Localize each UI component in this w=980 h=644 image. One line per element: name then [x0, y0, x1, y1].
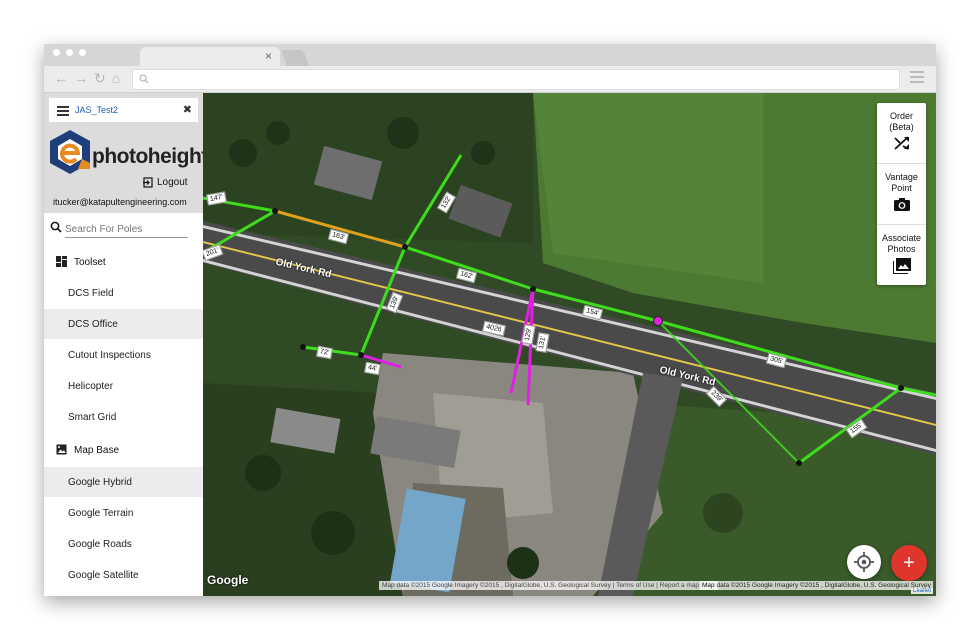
shuffle-icon: [893, 136, 909, 150]
hamburger-icon[interactable]: [57, 106, 69, 118]
mapbase-item-google-terrain[interactable]: Google Terrain: [44, 498, 203, 528]
map-attribution-secondary: Map data ©2015 Google Imagery ©2015 , Di…: [700, 581, 933, 590]
browser-tabbar: ×: [44, 44, 936, 66]
vantage-label: Vantage Point: [885, 172, 918, 193]
toolset-item-label: Smart Grid: [68, 412, 117, 423]
vantage-point-button[interactable]: Vantage Point: [877, 164, 926, 225]
mapbase-item-google-roads[interactable]: Google Roads: [44, 529, 203, 559]
pole-marker[interactable]: [530, 286, 536, 292]
map-attribution[interactable]: Map data ©2015 Google Imagery ©2015 , Di…: [379, 581, 718, 590]
map-view[interactable]: Old York Rd Old York Rd 147' 163' 201' 1…: [203, 93, 936, 596]
logout-label: Logout: [157, 177, 188, 188]
back-arrow-icon[interactable]: ←: [54, 70, 68, 86]
order-label: Order (Beta): [889, 111, 914, 132]
sidebar: JAS_Test2 ✖ photoheight Logout itucker@k…: [44, 93, 208, 596]
logo-mark-icon: [50, 130, 90, 174]
toolset-item-label: DCS Field: [68, 288, 114, 299]
logout-icon: [143, 177, 153, 188]
url-search-icon: [139, 74, 149, 84]
search-poles-input[interactable]: [65, 221, 188, 238]
mapbase-label: Map Base: [74, 445, 120, 456]
span-line[interactable]: [900, 386, 936, 397]
window-controls: [53, 49, 86, 56]
home-icon[interactable]: ⌂: [112, 70, 120, 86]
pole-marker[interactable]: [358, 352, 364, 358]
pole-marker[interactable]: [898, 385, 904, 391]
browser-menu-icon[interactable]: [910, 71, 924, 86]
toolset-item-dcs-office[interactable]: DCS Office: [44, 309, 203, 339]
close-project-icon[interactable]: ✖: [183, 103, 192, 116]
pole-marker[interactable]: [272, 208, 278, 214]
pole-marker[interactable]: [402, 244, 408, 250]
map-tool-panel: Order (Beta) Vantage Point Associate Pho…: [877, 103, 926, 285]
brand-name: photoheight: [92, 145, 208, 168]
add-pole-button[interactable]: +: [891, 545, 927, 581]
search-icon: [50, 221, 62, 233]
pole-marker-selected[interactable]: [653, 316, 663, 326]
google-logo: Google: [207, 573, 249, 587]
crosshair-icon: [854, 552, 874, 572]
project-bar: JAS_Test2 ✖: [48, 97, 199, 123]
toolset-item-cutout-inspections[interactable]: Cutout Inspections: [44, 340, 203, 370]
project-name[interactable]: JAS_Test2: [75, 105, 118, 115]
mapbase-header[interactable]: Map Base: [44, 435, 203, 465]
window-close-dot[interactable]: [53, 49, 60, 56]
camera-icon: [893, 198, 910, 211]
toolset-label: Toolset: [74, 257, 106, 268]
logout-button[interactable]: Logout: [143, 177, 188, 188]
span-length-label[interactable]: 72': [316, 345, 333, 360]
pole-marker[interactable]: [796, 460, 802, 466]
toolset-item-helicopter[interactable]: Helicopter: [44, 371, 203, 401]
photo-library-icon: [891, 258, 911, 275]
span-line[interactable]: [657, 320, 800, 464]
address-bar[interactable]: [132, 69, 900, 90]
toolset-item-label: DCS Office: [68, 319, 118, 330]
mapbase-item-google-hybrid[interactable]: Google Hybrid: [44, 467, 203, 497]
sidebar-menu: Toolset DCS Field DCS Office Cutout Insp…: [44, 213, 203, 596]
browser-tab[interactable]: ×: [140, 47, 280, 66]
window-minimize-dot[interactable]: [66, 49, 73, 56]
mapbase-item-label: Google Terrain: [68, 508, 134, 519]
nav-buttons: ← → ↻ ⌂: [54, 70, 120, 86]
browser-toolbar: ← → ↻ ⌂: [44, 66, 936, 93]
span-length-label[interactable]: 44': [364, 361, 381, 376]
associate-photos-button[interactable]: Associate Photos: [877, 225, 926, 285]
leaflet-link[interactable]: Leaflet: [911, 588, 934, 594]
user-email: itucker@katapultengineering.com: [53, 197, 187, 207]
toolset-item-smart-grid[interactable]: Smart Grid: [44, 402, 203, 432]
mapbase-item-label: Google Hybrid: [68, 477, 132, 488]
brand-logo: photoheight: [48, 129, 208, 180]
toolset-item-label: Cutout Inspections: [68, 350, 151, 361]
browser-window: × ← → ↻ ⌂ JAS_Test2 ✖ photoheight Logout…: [44, 44, 936, 596]
new-tab-button[interactable]: [281, 50, 309, 66]
span-overlay: [203, 154, 936, 466]
window-maximize-dot[interactable]: [79, 49, 86, 56]
my-location-button[interactable]: [847, 545, 881, 579]
span-line[interactable]: [404, 245, 534, 291]
mapbase-item-label: Google Roads: [68, 539, 132, 550]
dashboard-icon: [56, 256, 67, 267]
forward-arrow-icon[interactable]: →: [74, 70, 88, 86]
mapbase-item-label: Google Satellite: [68, 570, 139, 581]
toolset-item-label: Helicopter: [68, 381, 114, 392]
pole-marker[interactable]: [300, 344, 306, 350]
toolset-item-dcs-field[interactable]: DCS Field: [44, 278, 203, 308]
pole-search: [44, 213, 203, 247]
order-beta-button[interactable]: Order (Beta): [877, 103, 926, 164]
image-icon: [56, 444, 67, 455]
mapbase-item-google-satellite[interactable]: Google Satellite: [44, 560, 203, 590]
toolset-header[interactable]: Toolset: [44, 247, 203, 277]
associate-label: Associate Photos: [881, 233, 922, 254]
tab-close-icon[interactable]: ×: [265, 49, 272, 63]
reload-icon[interactable]: ↻: [94, 70, 106, 86]
